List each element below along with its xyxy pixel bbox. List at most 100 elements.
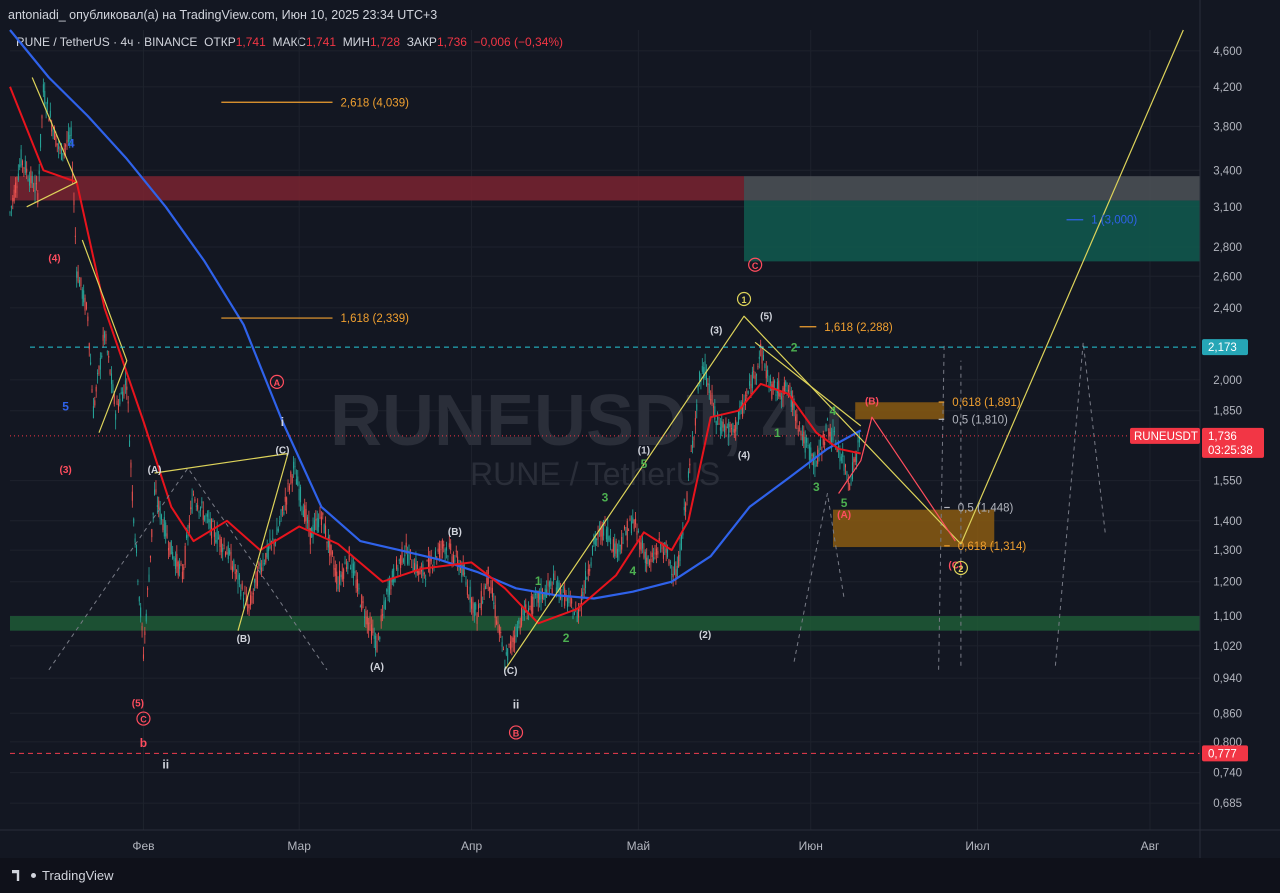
candle-body xyxy=(9,212,11,214)
candle-body xyxy=(250,595,252,606)
candle-body xyxy=(710,399,712,401)
candle-body xyxy=(286,497,288,505)
candle-body xyxy=(590,562,592,566)
candle-body xyxy=(644,551,646,564)
candle-body xyxy=(793,403,795,408)
wave-label: (C) xyxy=(504,666,518,677)
candle-body xyxy=(176,553,178,567)
candle-body xyxy=(123,385,125,396)
candle-body xyxy=(622,542,624,544)
moving-average-red[interactable] xyxy=(9,86,862,625)
candle-body xyxy=(358,588,360,590)
price-zone[interactable] xyxy=(10,176,745,201)
candle-body xyxy=(329,539,331,557)
candle-body xyxy=(333,564,335,570)
candle-body xyxy=(650,558,652,562)
candle-body xyxy=(116,400,118,405)
candle-body xyxy=(605,529,607,540)
wave-label: (4) xyxy=(738,450,750,461)
candle-body xyxy=(689,463,691,466)
candle-body xyxy=(409,549,411,552)
candle-body xyxy=(561,596,563,601)
candle-body xyxy=(508,643,510,645)
price-zone[interactable] xyxy=(744,176,1200,201)
candle-body xyxy=(315,519,317,521)
candle-body xyxy=(387,586,389,597)
candle-body xyxy=(115,413,117,420)
candle-body xyxy=(162,524,164,530)
candle-body xyxy=(733,428,735,434)
candle-body xyxy=(774,380,776,383)
candle-body xyxy=(750,383,752,396)
candle-body xyxy=(486,577,488,586)
candle-body xyxy=(845,464,847,468)
candle-body xyxy=(667,549,669,558)
candle-body xyxy=(840,456,842,461)
candle-body xyxy=(505,652,507,655)
candle-body xyxy=(516,626,518,637)
candle-body xyxy=(44,90,46,105)
candle-body xyxy=(41,115,43,119)
tradingview-logo[interactable]: TradingView xyxy=(12,868,114,883)
candle-body xyxy=(110,373,112,385)
wave-label: (5) xyxy=(132,698,144,709)
candle-body xyxy=(209,519,211,529)
wave-label: A xyxy=(274,378,281,388)
candle-body xyxy=(169,542,171,556)
candle-body xyxy=(533,594,535,600)
candle-body xyxy=(589,568,591,572)
candle-body xyxy=(540,587,542,603)
candle-body xyxy=(566,598,568,608)
candle-body xyxy=(298,488,300,501)
candle-body xyxy=(148,574,150,582)
candle-body xyxy=(532,596,534,614)
candle-body xyxy=(97,372,99,375)
candle-body xyxy=(330,544,332,555)
candle-body xyxy=(393,568,395,583)
fib-level-label: 0,5 (1,448) xyxy=(958,502,1014,514)
candle-body xyxy=(155,489,157,493)
wave-label: (A) xyxy=(370,662,384,673)
candle-body xyxy=(344,561,346,564)
candle-body xyxy=(84,297,86,311)
x-tick-label: Июл xyxy=(965,839,989,853)
candle-body xyxy=(737,411,739,424)
candle-body xyxy=(15,182,17,193)
candle-body xyxy=(699,371,701,382)
candle-body xyxy=(648,560,650,565)
candle-body xyxy=(366,616,368,625)
price-zone[interactable] xyxy=(744,200,1200,262)
candle-body xyxy=(12,197,14,202)
candle-body xyxy=(81,289,83,299)
candle-body xyxy=(623,526,625,529)
candle-body xyxy=(229,550,231,555)
candle-body xyxy=(377,632,379,635)
price-zone[interactable] xyxy=(10,616,1200,631)
candle-body xyxy=(211,519,213,539)
moving-average-blue[interactable] xyxy=(9,29,862,600)
y-tick-label: 1,020 xyxy=(1213,641,1242,653)
candle-body xyxy=(856,453,858,463)
candle-body xyxy=(518,620,520,624)
candle-body xyxy=(199,507,201,511)
candle-body xyxy=(290,471,292,478)
candle-body xyxy=(340,574,342,578)
candle-body xyxy=(678,554,680,567)
candle-body xyxy=(343,569,345,579)
candle-body xyxy=(754,375,756,379)
wave-label: 4 xyxy=(830,404,837,418)
candle-body xyxy=(526,618,528,620)
price-chart[interactable]: RUNEUSDT, 4чRUNE / TetherUS 2,618 (4,039)… xyxy=(0,0,1280,858)
candle-body xyxy=(34,183,36,193)
candle-body xyxy=(119,398,121,405)
wave-label: (2) xyxy=(699,630,711,641)
candle-body xyxy=(778,380,780,397)
candle-body xyxy=(626,521,628,541)
candle-body xyxy=(383,601,385,609)
candle-body xyxy=(287,483,289,485)
candle-body xyxy=(223,545,225,547)
candle-body xyxy=(572,615,574,619)
candle-body xyxy=(395,559,397,569)
candle-body xyxy=(233,560,235,570)
x-tick-label: Фев xyxy=(132,839,154,853)
